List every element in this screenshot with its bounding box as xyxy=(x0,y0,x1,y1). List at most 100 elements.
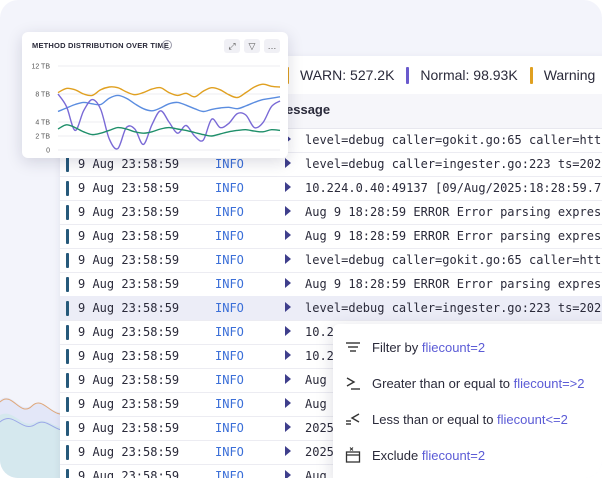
row-message: Aug xyxy=(305,373,327,387)
context-menu-value: fliecount<=2 xyxy=(497,412,568,427)
row-message: level=debug caller=gokit.go:65 caller=ht… xyxy=(305,133,602,147)
row-message: Aug 9 18:28:59 ERROR Error parsing expre… xyxy=(305,277,602,291)
row-message: 10.224.0.40:49137 [09/Aug/2025:18:28:59.… xyxy=(305,181,602,195)
y-tick-label: 8 TB xyxy=(35,92,50,99)
series-line-2 xyxy=(57,93,281,150)
row-level-marker xyxy=(66,229,69,244)
stat-label: Warning xyxy=(543,67,596,83)
context-menu-text: Less than or equal to xyxy=(372,412,498,427)
stat-color-bar xyxy=(529,66,533,84)
table-row[interactable]: 9 Aug 23:58:59 INFO Aug 9 18:28:59 ERROR E… xyxy=(60,272,602,297)
row-timestamp: 9 Aug 23:58:59 xyxy=(78,205,180,219)
row-message: 2025 xyxy=(305,421,334,435)
greater-equal-icon xyxy=(346,377,360,390)
row-timestamp: 9 Aug 23:58:59 xyxy=(78,253,180,267)
context-menu-value: fliecount=>2 xyxy=(513,376,585,391)
row-level-marker xyxy=(66,421,69,436)
row-level-marker xyxy=(66,349,69,364)
row-level: INFO xyxy=(215,421,244,435)
row-level: INFO xyxy=(215,229,244,243)
row-timestamp: 9 Aug 23:58:59 xyxy=(78,397,180,411)
row-level: INFO xyxy=(215,373,244,387)
row-level-marker xyxy=(66,253,69,268)
series-line-1 xyxy=(57,94,281,113)
expand-row-icon[interactable] xyxy=(285,326,291,336)
table-row[interactable]: 9 Aug 23:58:59 INFO level=debug caller=gok… xyxy=(60,248,602,273)
row-level: INFO xyxy=(215,301,244,315)
stat-label: WARN: 527.2K xyxy=(300,67,395,83)
row-level-marker xyxy=(66,373,69,388)
expand-row-icon[interactable] xyxy=(285,374,291,384)
row-level-marker xyxy=(66,181,69,196)
row-timestamp: 9 Aug 23:58:59 xyxy=(78,181,180,195)
table-row[interactable]: 9 Aug 23:58:59 INFO level=debug caller=ing… xyxy=(60,296,602,321)
row-message: 10.2 xyxy=(305,349,334,363)
stat-color-bar xyxy=(406,66,410,84)
exclude-icon xyxy=(345,447,361,463)
context-menu-text: Exclude xyxy=(372,448,422,463)
row-level-marker xyxy=(66,301,69,316)
stat-item[interactable]: WARN: 527.2K xyxy=(286,66,395,84)
series-line-0 xyxy=(57,83,281,99)
row-level: INFO xyxy=(215,277,244,291)
context-menu-value: fliecount=2 xyxy=(421,340,486,355)
row-timestamp: 9 Aug 23:58:59 xyxy=(78,373,180,387)
context-menu-text: Filter by xyxy=(372,340,422,355)
expand-row-icon[interactable] xyxy=(285,182,291,192)
row-level-marker xyxy=(66,205,69,220)
row-timestamp: 9 Aug 23:58:59 xyxy=(78,469,180,478)
row-message: level=debug caller=ingester.go:223 ts=20… xyxy=(305,157,602,171)
row-timestamp: 9 Aug 23:58:59 xyxy=(78,325,180,339)
row-timestamp: 9 Aug 23:58:59 xyxy=(78,229,180,243)
row-level-marker xyxy=(66,157,69,172)
filter-lines-icon xyxy=(346,342,360,352)
row-message: 2025 xyxy=(305,445,334,459)
stat-item[interactable]: Warning xyxy=(529,66,596,84)
row-message: Aug xyxy=(305,469,327,478)
context-menu-label: Greater than or equal to fliecount=>2 xyxy=(372,376,585,391)
expand-row-icon[interactable] xyxy=(285,350,291,360)
table-row[interactable]: 9 Aug 23:58:59 INFO Aug 9 18:28:59 ERROR E… xyxy=(60,224,602,249)
row-level: INFO xyxy=(215,253,244,267)
column-header-message[interactable]: essage xyxy=(286,102,330,117)
chart-card: METHOD DISTRIBUTION OVER TIME i ⤢ ▽ … 12… xyxy=(22,32,288,158)
row-message: Aug xyxy=(305,397,327,411)
row-message: level=debug caller=gokit.go:65 caller=ht… xyxy=(305,253,602,267)
row-message: Aug 9 18:28:59 ERROR Error parsing expre… xyxy=(305,229,602,243)
row-level: INFO xyxy=(215,181,244,195)
row-level: INFO xyxy=(215,397,244,411)
context-menu-text: Greater than or equal to xyxy=(372,376,514,391)
row-level-marker xyxy=(66,445,69,460)
context-menu-label: Exclude fliecount=2 xyxy=(372,448,485,463)
expand-row-icon[interactable] xyxy=(285,302,291,312)
row-level: INFO xyxy=(215,157,244,171)
context-menu-item[interactable]: Filter by fliecount=2 xyxy=(333,333,602,361)
expand-row-icon[interactable] xyxy=(285,446,291,456)
expand-row-icon[interactable] xyxy=(285,422,291,432)
table-row[interactable]: 9 Aug 23:58:59 INFO 10.224.0.40:49137 [09/… xyxy=(60,176,602,201)
context-menu-label: Filter by fliecount=2 xyxy=(372,340,485,355)
expand-row-icon[interactable] xyxy=(285,470,291,478)
expand-row-icon[interactable] xyxy=(285,158,291,168)
expand-row-icon[interactable] xyxy=(285,230,291,240)
context-menu-item[interactable]: Greater than or equal to fliecount=>2 xyxy=(333,369,602,397)
stat-label: Normal: 98.93K xyxy=(420,67,518,83)
line-chart: 12 TB 8 TB 4 TB 2 TB 0 xyxy=(31,64,281,155)
row-message: Aug 9 18:28:59 ERROR Error parsing expre… xyxy=(305,205,602,219)
row-level: INFO xyxy=(215,469,244,478)
app-frame: WARN: 527.2K Normal: 98.93K Warning essage… xyxy=(0,0,602,478)
y-tick-label: 4 TB xyxy=(35,120,50,127)
expand-row-icon[interactable] xyxy=(285,254,291,264)
stat-item[interactable]: Normal: 98.93K xyxy=(406,66,518,84)
expand-row-icon[interactable] xyxy=(285,398,291,408)
context-menu-item[interactable]: Less than or equal to fliecount<=2 xyxy=(333,405,602,433)
row-timestamp: 9 Aug 23:58:59 xyxy=(78,421,180,435)
context-menu: Filter by fliecount=2 Greater than or equ… xyxy=(333,324,602,478)
context-menu-label: Less than or equal to fliecount<=2 xyxy=(372,412,568,427)
table-row[interactable]: 9 Aug 23:58:59 INFO Aug 9 18:28:59 ERROR E… xyxy=(60,200,602,225)
expand-row-icon[interactable] xyxy=(285,206,291,216)
context-menu-item[interactable]: Exclude fliecount=2 xyxy=(333,441,602,469)
row-level-marker xyxy=(66,469,69,478)
row-timestamp: 9 Aug 23:58:59 xyxy=(78,301,180,315)
expand-row-icon[interactable] xyxy=(285,278,291,288)
